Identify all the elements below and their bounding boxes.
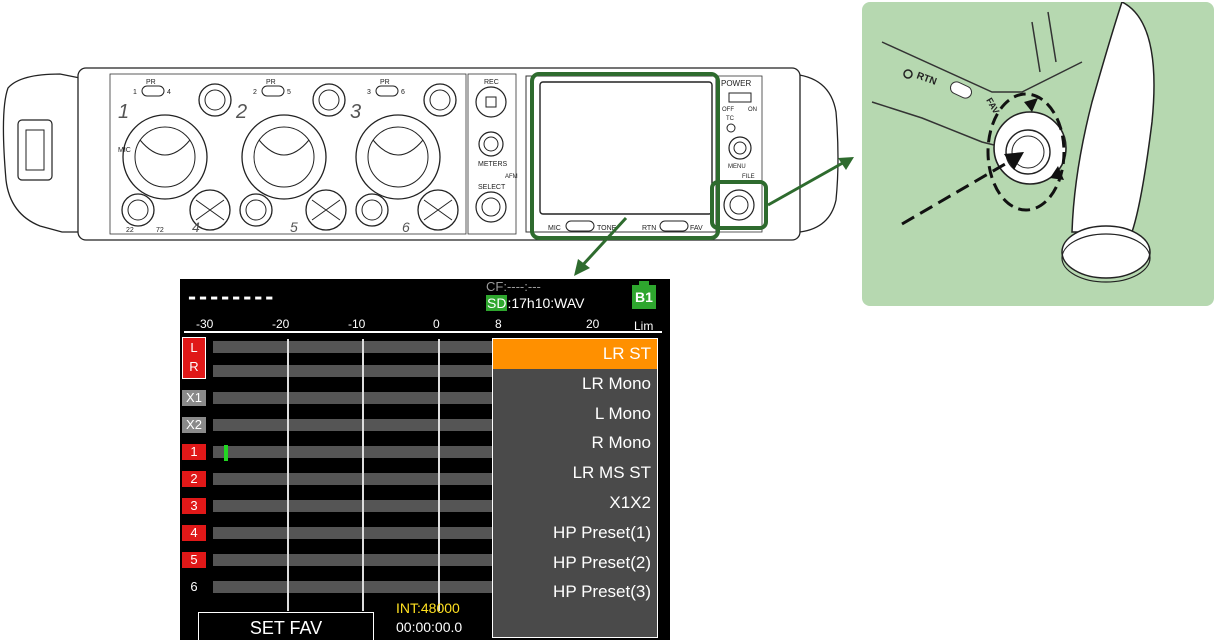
power-switch[interactable]	[728, 92, 752, 103]
svg-text:5: 5	[290, 219, 298, 235]
scale-tick: -30	[196, 317, 214, 331]
menu-item-lr-st[interactable]: LR ST	[493, 339, 657, 369]
menu-item-x1x2[interactable]: X1X2	[493, 488, 657, 518]
channel-label-2: 2	[182, 471, 206, 487]
channel-label-3: 3	[182, 498, 206, 514]
svg-text:PR: PR	[266, 79, 276, 86]
sample-rate: INT:48000	[396, 600, 460, 616]
scale-tick: 0	[433, 317, 440, 331]
channel-number: 1	[118, 101, 129, 123]
svg-text:FAV: FAV	[690, 225, 703, 232]
svg-text:OFF: OFF	[722, 107, 734, 113]
cf-status: CF:----:---	[486, 279, 541, 294]
scale-tick: -20	[272, 317, 290, 331]
timecode: 00:00:00.0	[396, 619, 463, 635]
svg-text:MENU: MENU	[728, 164, 746, 170]
svg-text:3: 3	[367, 89, 371, 96]
channel-l: L	[190, 340, 198, 355]
svg-text:4: 4	[167, 89, 171, 96]
svg-text:2: 2	[235, 101, 247, 123]
svg-text:72: 72	[156, 227, 164, 234]
svg-text:ON: ON	[748, 107, 757, 113]
svg-text:3: 3	[350, 101, 361, 123]
svg-text:REC: REC	[484, 79, 499, 86]
channel-label-1: 1	[182, 444, 206, 460]
svg-text:6: 6	[402, 219, 410, 235]
menu-item-r-mono[interactable]: R Mono	[493, 428, 657, 458]
channel-label-4: 4	[182, 525, 206, 541]
svg-text:22: 22	[126, 227, 134, 234]
menu-item-l-mono[interactable]: L Mono	[493, 399, 657, 429]
svg-text:MIC: MIC	[118, 147, 131, 154]
mixer-recorder-illustration: 1 PR 1 4 22 72 MIC 4 2 PR 2 5 5 3 PR 3 6…	[2, 67, 854, 276]
svg-text:FILE: FILE	[742, 174, 755, 180]
pr-switch[interactable]	[261, 85, 285, 97]
meter-level-1	[224, 445, 228, 461]
menu-item-lr-mono[interactable]: LR Mono	[493, 369, 657, 399]
svg-text:METERS: METERS	[478, 161, 508, 168]
svg-text:1: 1	[133, 89, 137, 96]
scale-tick: 20	[586, 317, 600, 331]
meter-grid-line	[438, 339, 440, 611]
channel-label-x2: X2	[182, 417, 206, 433]
meter-grid-line	[287, 339, 289, 611]
device-display: -------- CF:----:--- SD:17h10:WAV B1 -30…	[180, 279, 670, 640]
svg-text:AFM: AFM	[505, 174, 518, 180]
svg-text:PR: PR	[146, 79, 156, 86]
svg-text:POWER: POWER	[721, 79, 751, 88]
menu-item-lr-ms-st[interactable]: LR MS ST	[493, 458, 657, 488]
svg-text:TC: TC	[726, 116, 735, 122]
rtn-fav-switch[interactable]	[659, 220, 689, 232]
sd-status: SD:17h10:WAV	[486, 295, 585, 311]
scale-line	[184, 331, 662, 333]
fav-menu: LR ST LR Mono L Mono R Mono LR MS ST X1X…	[492, 338, 658, 638]
mic-tone-switch[interactable]	[565, 220, 595, 232]
channel-label-5: 5	[182, 552, 206, 568]
channel-r: R	[189, 359, 199, 374]
take-name: --------	[186, 285, 275, 309]
svg-text:4: 4	[192, 219, 200, 235]
sd-badge: SD	[486, 295, 508, 311]
menu-item-hp-preset-3[interactable]: HP Preset(3)	[493, 577, 657, 607]
svg-text:5: 5	[287, 89, 291, 96]
svg-text:MIC: MIC	[548, 225, 561, 232]
pr-switch[interactable]	[375, 85, 399, 97]
pr-switch[interactable]	[141, 85, 165, 97]
menu-item-hp-preset-1[interactable]: HP Preset(1)	[493, 518, 657, 548]
set-fav-label: SET FAV	[198, 612, 374, 640]
meter-grid-line	[362, 339, 364, 611]
channel-label-6: 6	[190, 579, 198, 594]
menu-item-hp-preset-2[interactable]: HP Preset(2)	[493, 548, 657, 578]
sd-time: :17h10:WAV	[507, 295, 585, 311]
scale-tick: 8	[495, 317, 502, 331]
channel-lr-label: LR	[182, 337, 206, 379]
battery-icon: B1	[632, 285, 656, 309]
fav-knob-zoom-detail: RTN FAV	[862, 2, 1214, 306]
svg-text:PR: PR	[380, 79, 390, 86]
svg-text:6: 6	[401, 89, 405, 96]
scale-tick: -10	[348, 317, 366, 331]
svg-text:RTN: RTN	[642, 225, 656, 232]
svg-text:SELECT: SELECT	[478, 184, 506, 191]
svg-text:2: 2	[253, 89, 257, 96]
channel-label-x1: X1	[182, 390, 206, 406]
